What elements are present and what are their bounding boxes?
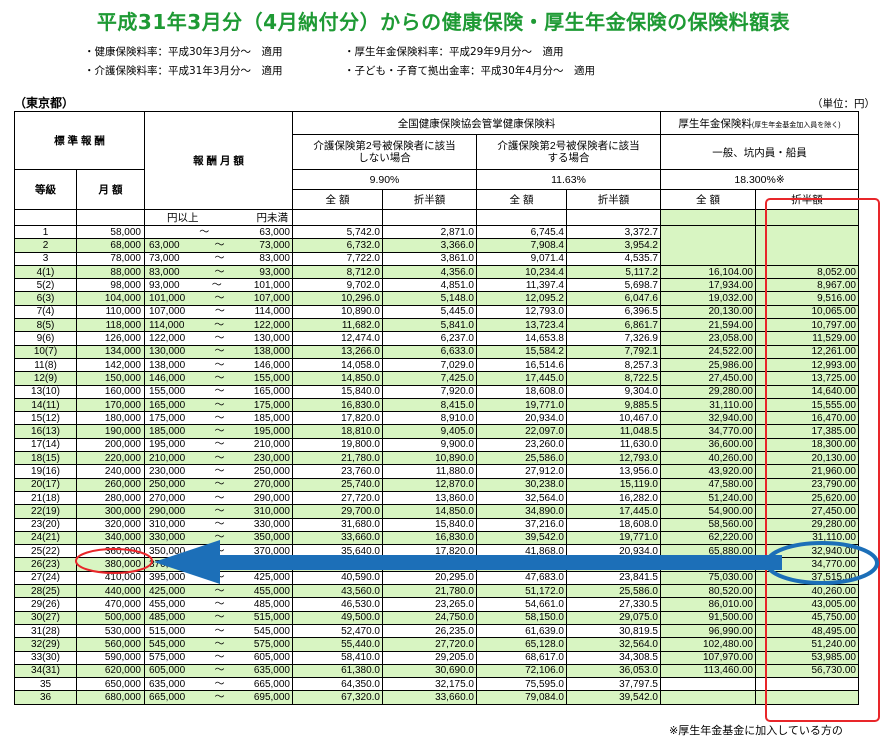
pension-half-circle xyxy=(765,541,879,585)
annotation-layer xyxy=(75,198,880,722)
arrow-shaft xyxy=(214,555,782,570)
pension-half-highlight xyxy=(765,198,880,722)
footnote: ※厚生年金基金に加入している方の xyxy=(669,722,843,738)
arrow-head xyxy=(154,540,220,584)
monthly-highlight xyxy=(75,548,153,574)
